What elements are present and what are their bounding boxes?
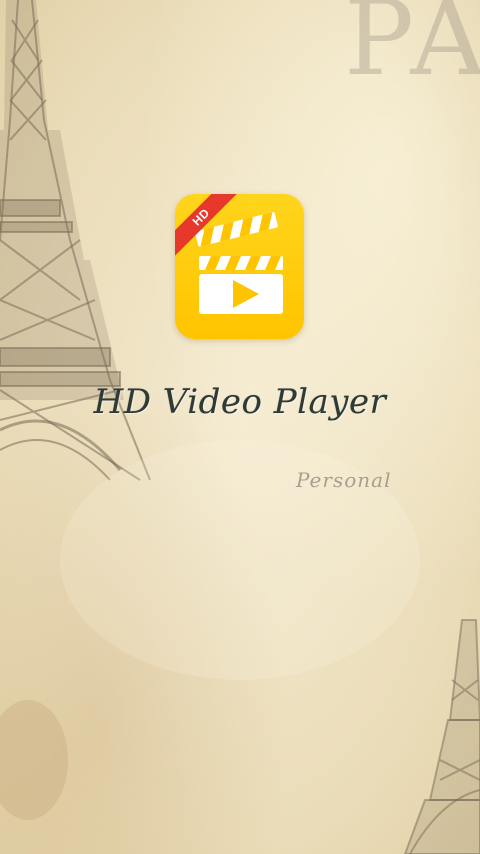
paris-watermark-text: PA — [344, 0, 480, 99]
app-title: HD Video Player — [93, 382, 387, 422]
app-icon: HD — [175, 194, 304, 339]
app-subtitle: Personal — [296, 468, 392, 492]
eiffel-tower-background — [0, 0, 480, 854]
splash-screen: PA HD HD Video Player Personal — [0, 0, 480, 854]
